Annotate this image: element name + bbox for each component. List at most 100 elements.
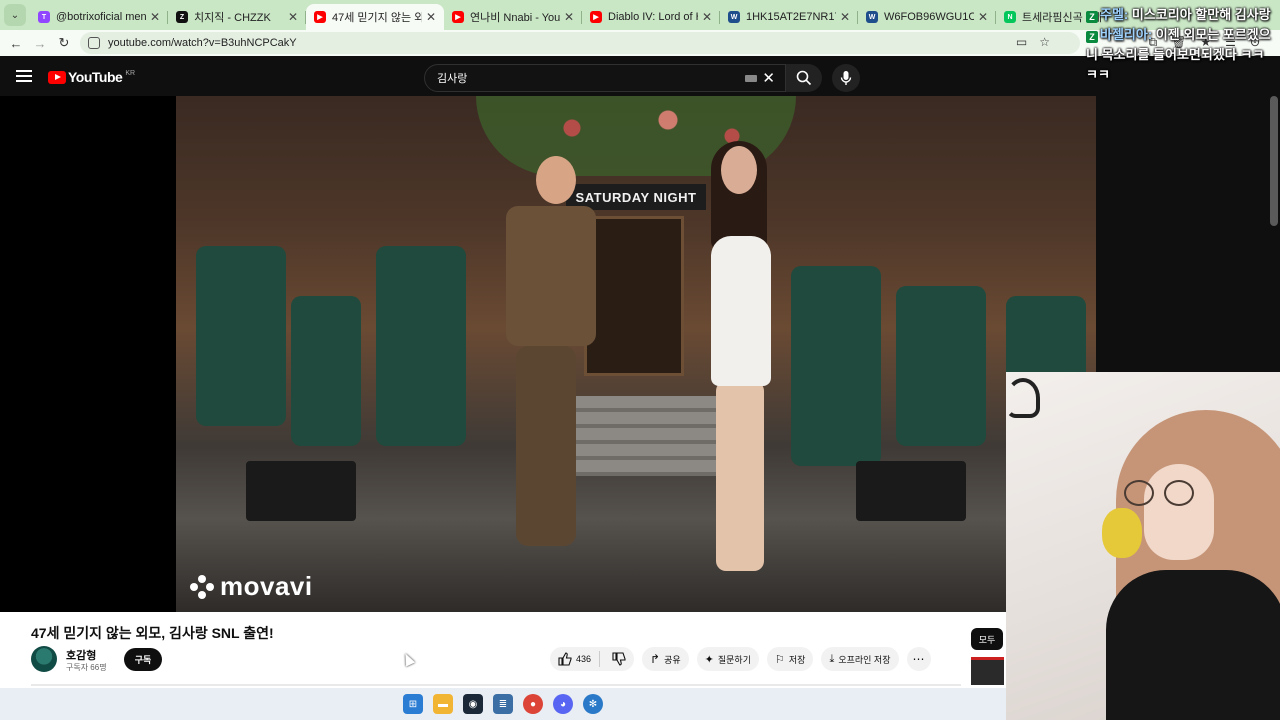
bookmark-star-icon[interactable]: ☆: [1039, 35, 1050, 49]
ask-button[interactable]: ✦ 질문하기: [696, 647, 759, 671]
description-box[interactable]: [31, 684, 961, 686]
tab-search-chevron-icon[interactable]: ⌄: [4, 4, 26, 26]
cast-icon[interactable]: ▭: [1016, 35, 1027, 49]
browser-tab[interactable]: ▶ 연나비 Nnabi - YouTube ✕: [444, 4, 582, 30]
site-info-icon[interactable]: [88, 37, 100, 49]
stage-speaker-image: [856, 461, 966, 521]
related-video-thumbnail[interactable]: [971, 657, 1004, 685]
video-title: 47세 믿기지 않는 외모, 김사랑 SNL 출연!: [31, 625, 274, 641]
youtube-favicon-icon: ▶: [590, 11, 602, 23]
browser-tab[interactable]: Z 치지직 - CHZZK ✕: [168, 4, 306, 30]
search-value: 김사랑: [437, 73, 468, 85]
browser-tab[interactable]: W 1HK15AT2E7NR1776962 ✕: [720, 4, 858, 30]
tab-title: 47세 믿기지 않는 외모,: [332, 12, 422, 24]
webcam-overlay: [1006, 372, 1280, 720]
notepad-icon[interactable]: ≣: [493, 694, 513, 714]
band-member-image: [291, 296, 361, 446]
youtube-favicon-icon: ▶: [314, 11, 326, 23]
close-tab-icon[interactable]: ✕: [426, 10, 436, 24]
host-image: [536, 156, 576, 204]
video-frame[interactable]: SATURDAY NIGHT movavi: [176, 96, 1096, 612]
search-input[interactable]: 김사랑 ✕: [424, 64, 786, 92]
like-button[interactable]: 436: [550, 651, 601, 667]
browser-tab[interactable]: ▶ Diablo IV: Lord of Hatred ✕: [582, 4, 720, 30]
watermark-text: movavi: [220, 571, 313, 601]
back-arrow-icon[interactable]: ←: [4, 36, 28, 51]
dislike-button[interactable]: [604, 652, 634, 666]
youtube-logo[interactable]: YouTube KR: [48, 69, 135, 85]
taskbar: ⊞ ▬ ◉ ≣ ● ◕ ✻: [0, 688, 1006, 720]
guest-image: [721, 146, 757, 194]
naver-favicon-icon: N: [1004, 11, 1016, 23]
close-tab-icon[interactable]: ✕: [702, 10, 712, 24]
video-player[interactable]: SATURDAY NIGHT movavi: [0, 96, 1096, 612]
app-icon[interactable]: ✻: [583, 694, 603, 714]
chrome-icon[interactable]: ●: [523, 694, 543, 714]
band-member-image: [376, 246, 466, 446]
reload-icon[interactable]: ↻: [52, 35, 76, 51]
file-explorer-icon[interactable]: ▬: [433, 694, 453, 714]
thumbs-down-icon: [612, 652, 626, 666]
secondary-column: [1096, 96, 1280, 376]
band-member-image: [791, 266, 881, 466]
chat-text: 미스코리아 할만해 김사랑: [1128, 7, 1271, 22]
close-tab-icon[interactable]: ✕: [840, 10, 850, 24]
keyboard-icon[interactable]: [745, 75, 757, 82]
close-tab-icon[interactable]: ✕: [564, 10, 574, 24]
subscribe-button[interactable]: 구독: [124, 648, 162, 671]
chat-message: Z 주멜: 미스코리아 할만해 김사랑: [1086, 5, 1276, 25]
download-label: 오프라인 저장: [838, 654, 891, 665]
save-label: 저장: [788, 654, 806, 665]
channel-name[interactable]: 호감형: [66, 647, 96, 663]
more-actions-icon[interactable]: ⋯: [906, 647, 931, 671]
thumbs-up-icon: [558, 652, 572, 666]
browser-tab-active[interactable]: ▶ 47세 믿기지 않는 외모, ✕: [306, 4, 444, 30]
channel-avatar[interactable]: [31, 646, 57, 672]
youtube-favicon-icon: ▶: [452, 11, 464, 23]
filter-chip-all[interactable]: 모두: [971, 628, 1003, 650]
voice-search-button[interactable]: [832, 64, 860, 92]
guest-image: [711, 236, 771, 386]
search-icon: [796, 70, 812, 86]
video-actions: 436 ↱ 공유 ✦ 질문하기 ⚐ 저장 ⤓ 오프라인 저장 ⋯: [550, 647, 931, 671]
youtube-play-icon: [48, 70, 66, 84]
streamer-image: [1106, 570, 1280, 720]
logo-text: YouTube: [68, 69, 123, 85]
save-button[interactable]: ⚐ 저장: [767, 647, 814, 671]
search-button[interactable]: [786, 64, 822, 92]
share-label: 공유: [664, 654, 681, 665]
download-button[interactable]: ⤓ 오프라인 저장: [821, 647, 899, 671]
share-button[interactable]: ↱ 공유: [642, 647, 689, 671]
close-tab-icon[interactable]: ✕: [288, 10, 298, 24]
browser-tab[interactable]: T @botrixoficial menti ✕: [30, 4, 168, 30]
stage-steps-image: [556, 396, 716, 476]
screen: { "browser": { "tabs": [ {"title": "@bot…: [0, 0, 1280, 720]
discord-icon[interactable]: ◕: [553, 694, 573, 714]
forward-arrow-icon[interactable]: →: [28, 36, 52, 51]
close-tab-icon[interactable]: ✕: [978, 10, 988, 24]
close-tab-icon[interactable]: ✕: [150, 10, 160, 24]
sparkle-icon: ✦: [704, 653, 714, 666]
page-scrollbar[interactable]: [1270, 96, 1278, 226]
steam-icon[interactable]: ◉: [463, 694, 483, 714]
tab-title: 치지직 - CHZZK: [194, 12, 271, 24]
document-favicon-icon: W: [866, 11, 878, 23]
menu-icon[interactable]: [16, 70, 32, 82]
tab-title: @botrixoficial menti: [56, 11, 146, 23]
plush-toy-image: [1102, 508, 1142, 558]
stage-door-image: [584, 216, 684, 376]
band-member-image: [896, 286, 986, 446]
chat-message: Z 바젤리아: 이젠 외모는 포르겠으니 목소리를 들어보면되겠다 ㅋㅋㅋㅋ: [1086, 25, 1276, 85]
start-menu-icon[interactable]: ⊞: [403, 694, 423, 714]
url-bar[interactable]: youtube.com/watch?v=B3uhNCPCakY: [80, 32, 1080, 54]
country-code: KR: [125, 69, 136, 77]
stream-chat-overlay: Z 주멜: 미스코리아 할만해 김사랑 Z 바젤리아: 이젠 외모는 포르겠으니 목…: [1086, 5, 1276, 85]
download-icon: ⤓: [829, 652, 835, 665]
stage-speaker-image: [246, 461, 356, 521]
host-image: [516, 346, 576, 546]
tab-title: 1HK15AT2E7NR1776962: [746, 11, 836, 23]
browser-tab[interactable]: W W6FOB96WGU1C17769 ✕: [858, 4, 996, 30]
glasses-image: [1124, 480, 1154, 506]
clear-search-icon[interactable]: ✕: [762, 69, 775, 87]
chat-nick: 주멜:: [1100, 7, 1129, 22]
